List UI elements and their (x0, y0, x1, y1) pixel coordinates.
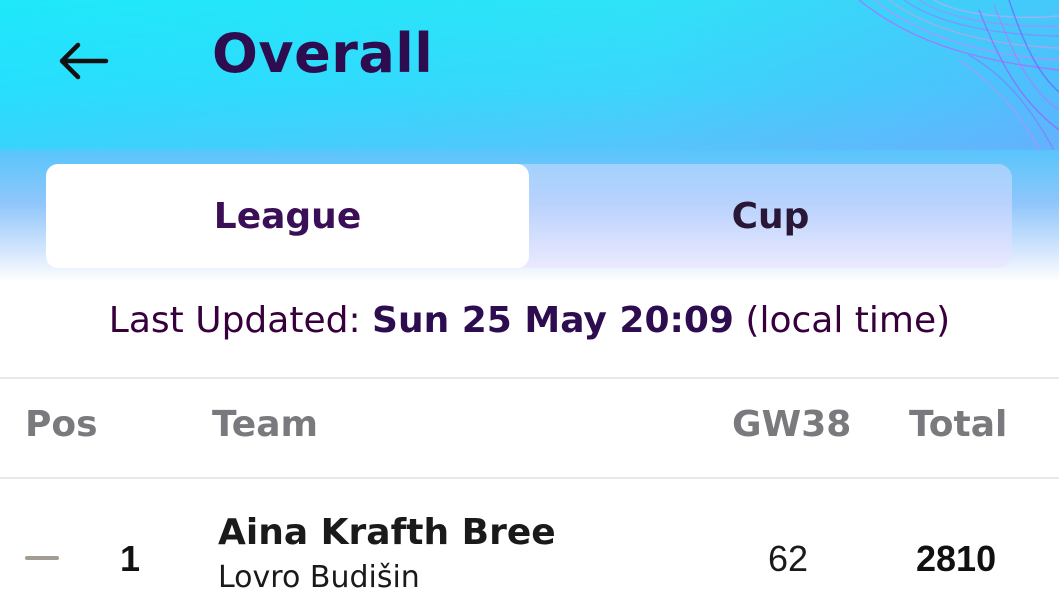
row-team-name[interactable]: Aina Krafth Bree (218, 512, 556, 553)
page-title: Overall (212, 22, 434, 85)
row-total-points: 2810 (916, 538, 997, 579)
divider (0, 477, 1059, 479)
row-gameweek-points: 62 (768, 538, 809, 579)
last-updated-suffix: (local time) (733, 300, 951, 341)
last-updated-value: Sun 25 May 20:09 (372, 300, 734, 341)
row-position: 1 (120, 538, 141, 579)
column-header-gw: GW38 (732, 404, 852, 445)
column-header-team: Team (212, 404, 318, 445)
arrow-left-icon (59, 42, 109, 80)
tab-cup[interactable]: Cup (529, 164, 1012, 268)
last-updated-prefix: Last Updated: (108, 300, 373, 341)
no-change-dash-icon (25, 556, 59, 560)
divider (0, 377, 1059, 379)
tab-bar: League Cup (46, 164, 1012, 268)
last-updated: Last Updated: Sun 25 May 20:09 (local ti… (0, 300, 1059, 341)
column-header-total: Total (909, 404, 1008, 445)
column-header-pos: Pos (25, 404, 98, 445)
tab-league[interactable]: League (46, 164, 529, 268)
row-manager-name: Lovro Budišin (218, 560, 420, 595)
header-decoration (858, 0, 1059, 150)
back-button[interactable] (52, 30, 114, 92)
